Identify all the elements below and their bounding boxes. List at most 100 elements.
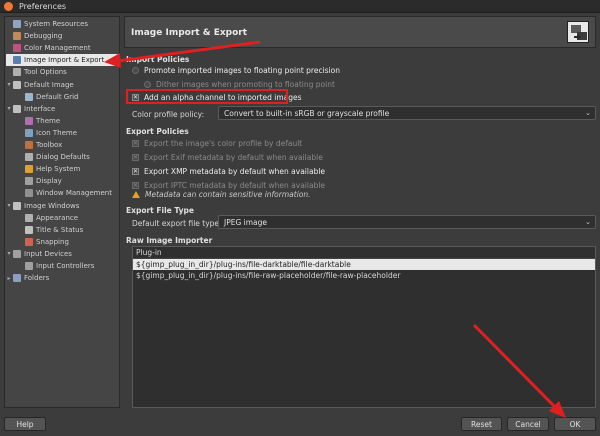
promote-float-checkbox[interactable] — [132, 67, 139, 74]
sidebar-item[interactable]: Window Management — [18, 187, 119, 199]
category-icon — [25, 237, 33, 246]
export-file-type-label: Default export file type: — [132, 219, 222, 228]
sidebar-item[interactable]: Image Import & Export — [6, 54, 119, 67]
close-icon[interactable] — [4, 1, 13, 11]
sidebar-item[interactable]: Help System — [18, 163, 119, 175]
export-policy-label: Export XMP metadata by default when avai… — [144, 167, 326, 176]
preferences-page: Image Import & Export Import Policies Pr… — [124, 16, 596, 408]
sidebar-item[interactable]: ▾ Default Image — [6, 79, 119, 91]
category-icon — [13, 249, 21, 258]
sidebar-item[interactable]: System Resources — [6, 18, 119, 30]
export-policy-label: Export Exif metadata by default when ava… — [144, 153, 323, 162]
color-profile-value: Convert to built-in sRGB or grayscale pr… — [224, 108, 390, 118]
export-policy-checkbox[interactable]: ✕ — [132, 168, 139, 175]
export-policy-label: Export the image's color profile by defa… — [144, 139, 303, 148]
sidebar-item-label: Input Devices — [24, 249, 72, 258]
export-policy-option[interactable]: ✕ Export Exif metadata by default when av… — [132, 153, 323, 162]
sidebar-item[interactable]: Title & Status — [18, 224, 119, 236]
help-button[interactable]: Help — [4, 417, 46, 431]
promote-float-option[interactable]: Promote imported images to floating poin… — [132, 66, 340, 75]
raw-importer-title: Raw Image Importer — [126, 236, 213, 245]
export-policy-option[interactable]: ✕ Export the image's color profile by def… — [132, 139, 302, 148]
export-policies-title: Export Policies — [126, 127, 189, 136]
cancel-button[interactable]: Cancel — [507, 417, 549, 431]
export-file-type-select[interactable]: JPEG image ⌄ — [218, 215, 596, 229]
sidebar-item[interactable]: Display — [18, 175, 119, 187]
dither-checkbox[interactable] — [144, 81, 151, 88]
expander-icon[interactable]: ▾ — [6, 202, 12, 209]
sidebar-item[interactable]: ▾ Interface — [6, 103, 119, 115]
warning-icon — [132, 191, 140, 198]
dither-option[interactable]: Dither images when promoting to floating… — [144, 80, 335, 89]
category-icon — [13, 201, 21, 210]
sidebar-item-label: Color Management — [24, 44, 91, 53]
category-tree[interactable]: System Resources Debugging Color Managemen… — [4, 16, 120, 408]
sidebar-item-label: Appearance — [36, 213, 79, 222]
sidebar-item[interactable]: Appearance — [18, 212, 119, 224]
sidebar-item[interactable]: ▾ Input Devices — [6, 248, 119, 260]
export-policy-checkbox[interactable]: ✕ — [132, 140, 139, 147]
reset-button[interactable]: Reset — [461, 417, 502, 431]
sidebar-item[interactable]: Snapping — [18, 236, 119, 248]
ok-button[interactable]: OK — [554, 417, 596, 431]
sidebar-item-label: Tool Options — [24, 68, 67, 77]
sidebar-item-label: Debugging — [24, 32, 63, 41]
title-bar: Preferences — [0, 0, 600, 13]
sidebar-item[interactable]: Icon Theme — [18, 127, 119, 139]
chevron-down-icon: ⌄ — [585, 109, 591, 117]
raw-importer-list[interactable]: Plug-in ${gimp_plug_in_dir}/plug-ins/fil… — [132, 246, 596, 408]
chevron-down-icon: ⌄ — [585, 218, 591, 226]
sidebar-item-label: System Resources — [24, 20, 89, 28]
export-policy-checkbox[interactable]: ✕ — [132, 154, 139, 161]
plugin-row[interactable]: ${gimp_plug_in_dir}/plug-ins/file-darkta… — [133, 259, 595, 270]
category-icon — [13, 20, 21, 28]
sidebar-item[interactable]: Toolbox — [18, 139, 119, 151]
category-icon — [13, 68, 21, 77]
export-policy-label: Export IPTC metadata by default when ava… — [144, 181, 326, 190]
sidebar-item-label: Toolbox — [36, 141, 63, 149]
import-policies-title: Import Policies — [126, 55, 190, 64]
sidebar-item[interactable]: Default Grid — [18, 91, 119, 103]
plugin-column-header[interactable]: Plug-in — [133, 247, 595, 259]
sidebar-item-label: Display — [36, 177, 62, 186]
color-profile-select[interactable]: Convert to built-in sRGB or grayscale pr… — [218, 106, 596, 120]
sidebar-item-label: Folders — [24, 274, 50, 283]
sidebar-item-label: Image Import & Export — [24, 56, 105, 65]
sidebar-item-label: Dialog Defaults — [36, 153, 90, 162]
sidebar-item[interactable]: Debugging — [6, 30, 119, 42]
category-icon — [25, 177, 33, 186]
sidebar-item-label: Theme — [36, 116, 61, 125]
export-file-type-value: JPEG image — [224, 217, 268, 227]
expander-icon[interactable]: ▸ — [6, 275, 12, 282]
sidebar-item-label: Help System — [36, 165, 81, 174]
category-icon — [13, 44, 21, 53]
expander-icon[interactable]: ▾ — [6, 250, 12, 257]
sidebar-item[interactable]: Theme — [18, 115, 119, 127]
expander-icon[interactable]: ▾ — [6, 81, 12, 88]
metadata-warning: Metadata can contain sensitive informati… — [132, 190, 311, 199]
sidebar-item[interactable]: ▸ Folders — [6, 272, 119, 284]
annotation-highlight-box — [126, 89, 288, 104]
sidebar-item[interactable]: ▾ Image Windows — [6, 200, 119, 212]
plugin-row[interactable]: ${gimp_plug_in_dir}/plug-ins/file-raw-pl… — [133, 270, 595, 281]
page-title: Image Import & Export — [131, 28, 248, 38]
export-policy-checkbox[interactable]: ✕ — [132, 182, 139, 189]
sidebar-item-label: Default Image — [24, 80, 74, 89]
category-icon — [13, 32, 21, 41]
sidebar-item[interactable]: Input Controllers — [18, 260, 119, 272]
window-title: Preferences — [19, 1, 67, 11]
sidebar-item-label: Interface — [24, 104, 56, 113]
category-icon — [25, 128, 33, 137]
sidebar-item[interactable]: Tool Options — [6, 66, 119, 78]
import-export-icon — [567, 21, 589, 43]
expander-icon[interactable]: ▾ — [6, 105, 12, 112]
export-policy-option[interactable]: ✕ Export XMP metadata by default when ava… — [132, 167, 325, 176]
category-icon — [25, 92, 33, 101]
category-icon — [25, 165, 33, 174]
sidebar-item[interactable]: Dialog Defaults — [18, 151, 119, 163]
sidebar-item[interactable]: Color Management — [6, 42, 119, 54]
sidebar-item-label: Snapping — [36, 237, 69, 246]
category-icon — [25, 116, 33, 125]
category-icon — [13, 104, 21, 113]
export-policy-option[interactable]: ✕ Export IPTC metadata by default when av… — [132, 181, 325, 190]
